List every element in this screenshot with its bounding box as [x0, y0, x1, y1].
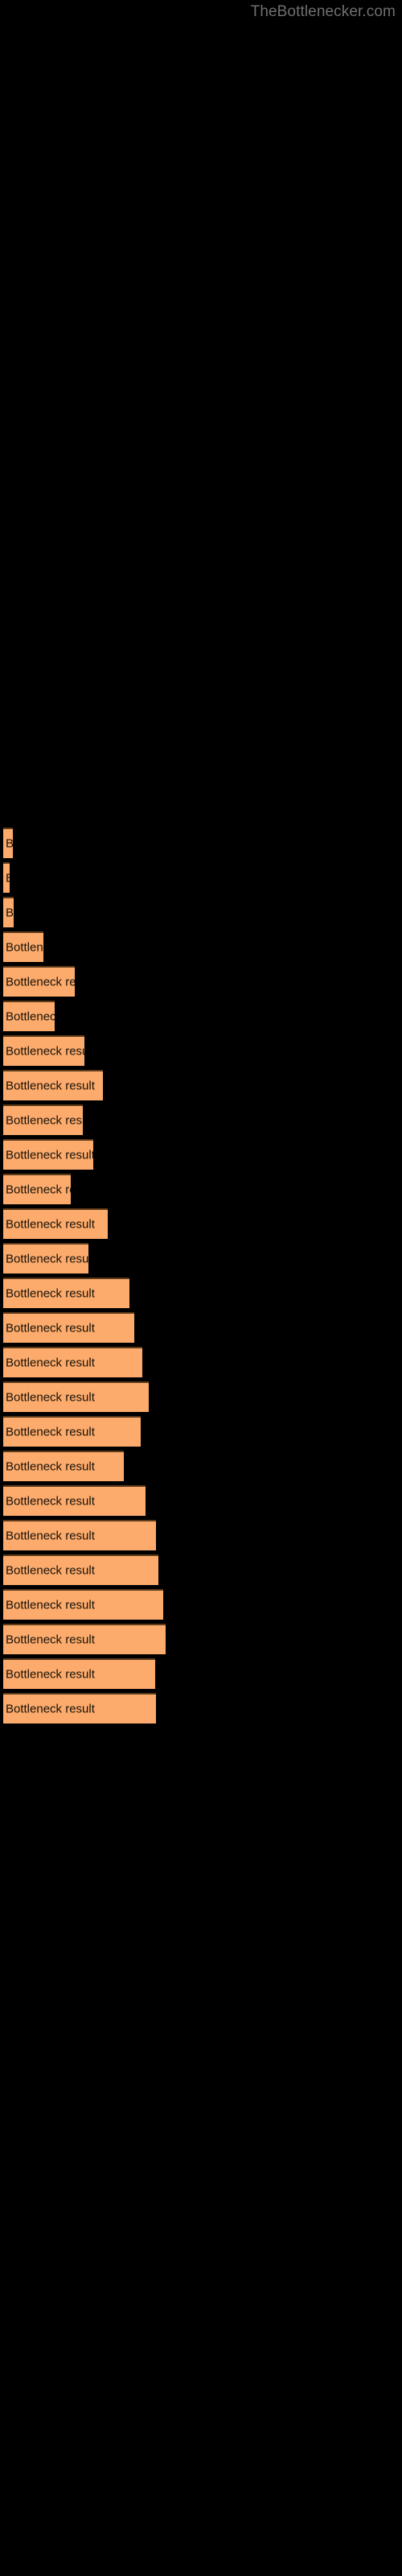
bar[interactable]: Bottleneck result	[3, 1381, 149, 1412]
bar[interactable]: Bottleneck result	[3, 1174, 71, 1204]
bar-label: Bottleneck result	[6, 1356, 95, 1370]
bar[interactable]: Bottleneck result	[3, 1347, 142, 1377]
bar[interactable]: Bottleneck result	[3, 931, 43, 962]
bar[interactable]: Bottleneck result	[3, 1035, 84, 1066]
bar[interactable]: Bottleneck result	[3, 1624, 166, 1654]
bar-label: Bottleneck result	[6, 1390, 95, 1405]
bar[interactable]: Bottleneck result	[3, 1070, 103, 1100]
bar-label: Bottleneck result	[6, 1529, 95, 1543]
bar-label: Bottleneck result	[6, 1148, 93, 1162]
bar-label: Bottleneck result	[6, 1633, 95, 1647]
bar[interactable]: Bottleneck result	[3, 1485, 146, 1516]
bar[interactable]: Bottleneck result	[3, 1693, 156, 1724]
bar[interactable]: Bottleneck result	[3, 1243, 88, 1274]
bar[interactable]: Bottleneck result	[3, 1451, 124, 1481]
bar[interactable]: Bottleneck result	[3, 1589, 163, 1620]
bar-label: Bottleneck result	[6, 1217, 95, 1232]
bar-label: Bottleneck result	[6, 1113, 83, 1128]
bar[interactable]: Bottleneck result	[3, 1001, 55, 1031]
bar[interactable]: Bottleneck result	[3, 1312, 134, 1343]
bar[interactable]: Bottleneck result	[3, 1520, 156, 1550]
bar[interactable]: Bottleneck result	[3, 862, 10, 893]
bar-label: Bottleneck result	[6, 1321, 95, 1335]
bar[interactable]: Bottleneck result	[3, 1416, 141, 1447]
bar-label: Bottleneck result	[6, 1009, 55, 1024]
bottleneck-bar-chart: Bottleneck result Bottleneck result Bottle…	[0, 0, 402, 2576]
bar-label: Bottleneck result	[6, 1459, 95, 1474]
bar-label: Bottleneck result	[6, 1252, 88, 1266]
bar[interactable]: Bottleneck result	[3, 1658, 155, 1689]
bar[interactable]: Bottleneck result	[3, 1278, 129, 1308]
bar-label: Bottleneck result	[6, 1079, 95, 1093]
bar[interactable]: Bottleneck result	[3, 1139, 93, 1170]
bar[interactable]: Bottleneck result	[3, 1104, 83, 1135]
bar-label: Bottleneck result	[6, 1702, 95, 1716]
bar-label: Bottleneck result	[6, 873, 10, 885]
bar-label: Bottleneck result	[6, 1286, 95, 1301]
bar-label: Bottleneck result	[6, 1667, 95, 1682]
bar[interactable]: Bottleneck result	[3, 1554, 158, 1585]
bar-label: Bottleneck result	[6, 940, 43, 955]
bar-label: Bottleneck result	[6, 1598, 95, 1612]
bar[interactable]: Bottleneck result	[3, 828, 13, 858]
bar-label: Bottleneck result	[6, 1425, 95, 1439]
bar-label: Bottleneck result	[6, 1494, 95, 1509]
bar-label: Bottleneck result	[6, 975, 75, 989]
bar-label: Bottleneck result	[6, 838, 13, 850]
bar[interactable]: Bottleneck result	[3, 897, 14, 927]
bar-label: Bottleneck result	[6, 1563, 95, 1578]
bar-label: Bottleneck result	[6, 1044, 84, 1059]
bar-label: Bottleneck result	[6, 906, 14, 920]
bar[interactable]: Bottleneck result	[3, 1208, 108, 1239]
bar-label: Bottleneck result	[6, 1183, 71, 1197]
bar[interactable]: Bottleneck result	[3, 966, 75, 997]
